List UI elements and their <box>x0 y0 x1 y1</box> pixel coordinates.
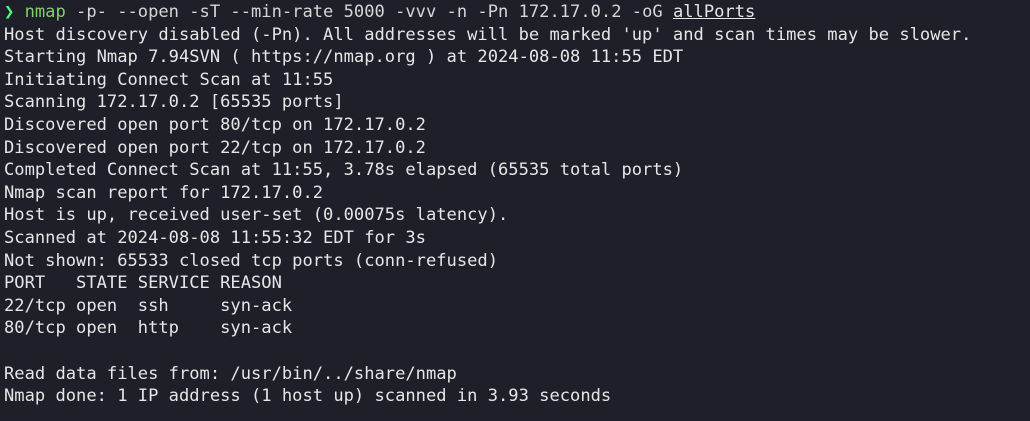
output-line-discovered-80: Discovered open port 80/tcp on 172.17.0.… <box>4 114 426 135</box>
output-line-initiating-scan: Initiating Connect Scan at 11:55 <box>4 69 334 90</box>
output-line-completed-scan: Completed Connect Scan at 11:55, 3.78s e… <box>4 160 684 181</box>
port-table-header: PORT STATE SERVICE REASON <box>4 273 282 294</box>
output-line-scan-report: Nmap scan report for 172.17.0.2 <box>4 182 324 203</box>
output-file-name: allPorts <box>672 2 756 22</box>
output-line-discovered-22: Discovered open port 22/tcp on 172.17.0.… <box>4 137 426 158</box>
command-name: nmap <box>24 2 66 22</box>
output-line-host-up: Host is up, received user-set (0.00075s … <box>4 205 509 226</box>
command-prompt-line: ❯ nmap -p- --open -sT --min-rate 5000 -v… <box>4 1 1030 24</box>
command-arguments: -p- --open -sT --min-rate 5000 -vvv -n -… <box>65 2 673 22</box>
port-table-row: 80/tcp open http syn-ack <box>4 318 293 339</box>
output-line-data-files: Read data files from: /usr/bin/../share/… <box>4 363 457 384</box>
output-line-starting-nmap: Starting Nmap 7.94SVN ( https://nmap.org… <box>4 47 684 68</box>
prompt-arrow-icon: ❯ <box>4 2 15 22</box>
port-table-row: 22/tcp open ssh syn-ack <box>4 295 293 316</box>
output-line-nmap-done: Nmap done: 1 IP address (1 host up) scan… <box>4 386 612 407</box>
output-line-scanning: Scanning 172.17.0.2 [65535 ports] <box>4 92 344 113</box>
output-line-not-shown: Not shown: 65533 closed tcp ports (conn-… <box>4 250 498 271</box>
terminal-window[interactable]: ❯ nmap -p- --open -sT --min-rate 5000 -v… <box>0 0 1030 421</box>
output-line-scanned-at: Scanned at 2024-08-08 11:55:32 EDT for 3… <box>4 227 426 248</box>
output-line-host-discovery: Host discovery disabled (-Pn). All addre… <box>4 24 972 45</box>
